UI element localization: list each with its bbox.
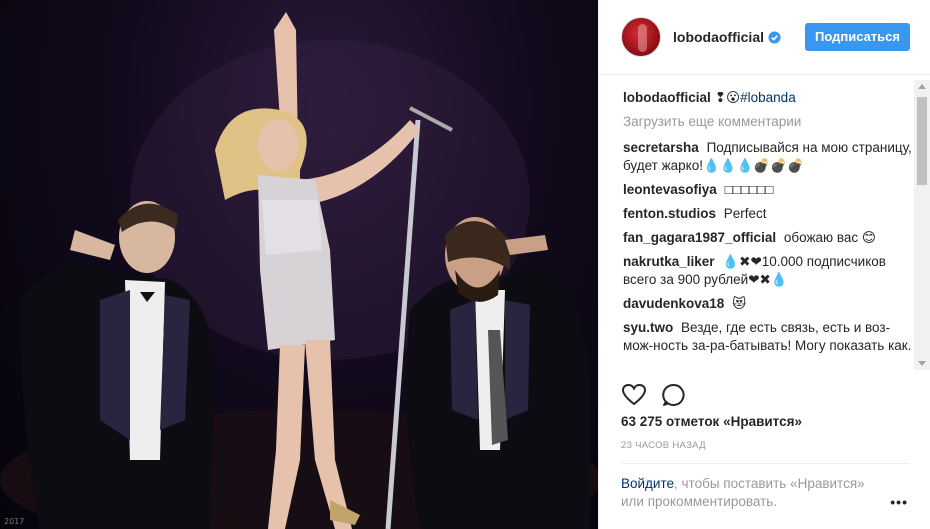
list-item: syu.two Везде, где есть связь, есть и во… [623,319,912,355]
comment-username[interactable]: secretarsha [623,140,699,155]
list-item: fenton.studios Perfect [623,205,912,223]
scrollbar-thumb[interactable] [917,97,927,185]
comment-text: Perfect [723,206,767,221]
comment-icon[interactable] [661,382,687,408]
list-item: secretarsha Подписывайся на мою страницу… [623,139,912,175]
photo-watermark: 2017 [4,517,25,526]
likes-count[interactable]: 63 275 отметок «Нравится» [621,414,802,429]
comment-username[interactable]: fenton.studios [623,206,716,221]
action-bar [621,382,687,408]
comment-text: обожаю вас 😊 [783,230,876,245]
comment-text: □□□□□□ [724,182,774,197]
login-prompt: Войдите, чтобы поставить «Нравится» или … [621,475,881,511]
heart-icon[interactable] [621,382,647,408]
comment-username[interactable]: nakrutka_liker [623,254,715,269]
caption-username[interactable]: lobodaofficial [623,90,711,105]
login-link[interactable]: Войдите [621,476,674,491]
list-item: leontevasofiya □□□□□□ [623,181,912,199]
divider [621,463,910,464]
post-header: lobodaofficial Подписаться [599,0,930,75]
more-options-icon[interactable]: ••• [890,494,908,510]
caption-hashtag[interactable]: #lobanda [740,90,796,105]
verified-badge-icon [768,30,781,44]
scroll-up-arrow-icon[interactable] [918,84,926,89]
follow-button[interactable]: Подписаться [804,23,910,51]
list-item: davudenkova18 😻 [623,295,912,313]
comments-list: lobodaofficial ❢😮#lobanda Загрузить еще к… [599,75,930,357]
comment-username[interactable]: leontevasofiya [623,182,717,197]
header-username[interactable]: lobodaofficial [673,29,764,45]
comment-username[interactable]: fan_gagara1987_official [623,230,776,245]
comment-text: 😻 [732,296,747,311]
post-photo[interactable]: 2017 [0,0,598,529]
comment-username[interactable]: davudenkova18 [623,296,724,311]
caption: lobodaofficial ❢😮#lobanda [623,89,912,107]
caption-emoji: ❢😮 [714,90,741,105]
post-sidebar: lobodaofficial Подписаться lobodaofficia… [598,0,930,529]
comment-username[interactable]: syu.two [623,320,673,335]
instagram-post: 2017 lobodaofficial Подписаться lobodaof… [0,0,930,529]
load-more-comments-link[interactable]: Загрузить еще комментарии [623,113,912,131]
scroll-down-arrow-icon[interactable] [918,361,926,366]
list-item: nakrutka_liker 💧✖❤10.000 подписчиков все… [623,253,912,289]
concert-photo-illustration [0,12,598,529]
list-item: fan_gagara1987_official обожаю вас 😊 [623,229,912,247]
post-timestamp[interactable]: 23 ЧАСОВ НАЗАД [621,440,706,451]
avatar[interactable] [621,17,661,57]
